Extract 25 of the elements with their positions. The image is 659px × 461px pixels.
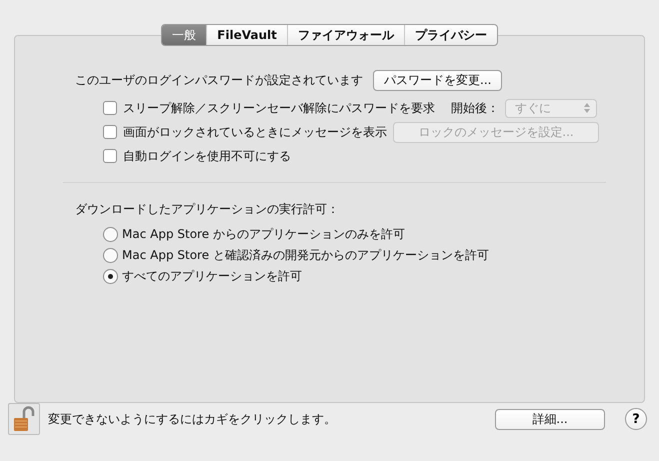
lock-hint-text: 変更できないようにするにはカギをクリックします。 [48,410,336,428]
checkbox-label: 自動ログインを使用不可にする [123,148,291,164]
radio-label: すべてのアプリケーションを許可 [122,268,302,285]
delay-label: 開始後： [451,100,499,116]
tab[interactable]: 一般 [162,25,206,45]
checkbox[interactable] [103,149,117,163]
radio-button[interactable] [103,248,118,263]
change-password-button[interactable]: パスワードを変更... [373,70,502,90]
radio-button[interactable] [103,269,118,284]
checkbox[interactable] [103,101,117,115]
help-button[interactable]: ? [625,408,647,430]
checkbox[interactable] [103,125,117,139]
padlock-icon[interactable] [8,403,40,435]
stepper-icon [584,103,590,113]
checkbox-label: スリープ解除／スクリーンセーバ解除にパスワードを要求 [123,100,435,116]
radio-label: Mac App Store からのアプリケーションのみを許可 [122,226,405,243]
radio-button[interactable] [103,227,118,242]
password-status-label: このユーザのログインパスワードが設定されています [75,72,363,88]
checkbox-label: 画面がロックされているときにメッセージを表示 [123,124,387,140]
tab[interactable]: プライバシー [404,25,497,45]
tab[interactable]: FileVault [206,25,287,45]
tab[interactable]: ファイアウォール [286,25,404,45]
radio-label: Mac App Store と確認済みの開発元からのアプリケーションを許可 [122,247,489,264]
download-permission-heading: ダウンロードしたアプリケーションの実行許可： [75,201,340,218]
advanced-button[interactable]: 詳細... [495,408,605,430]
